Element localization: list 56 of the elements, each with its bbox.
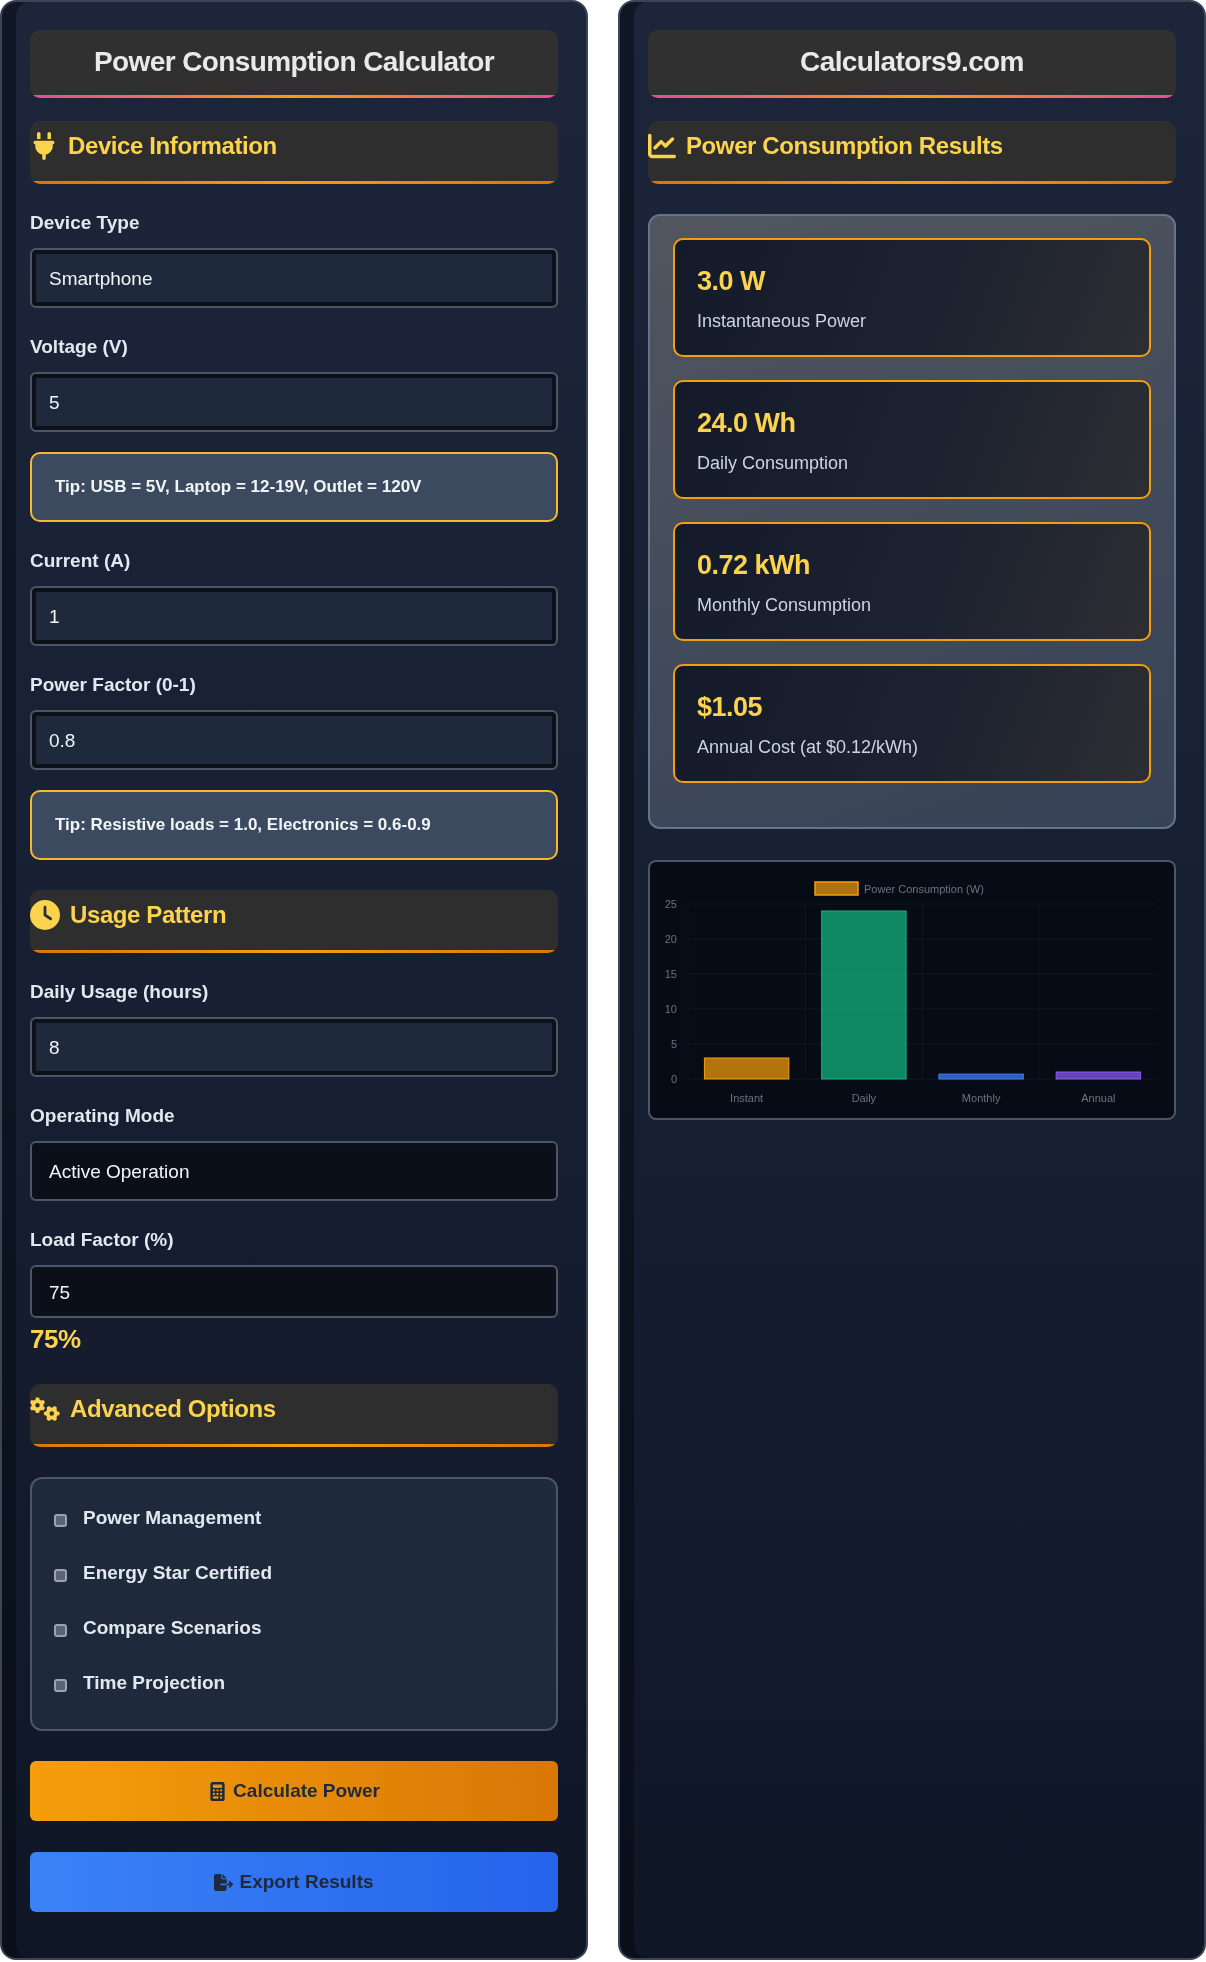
field-label: Load Factor (%) xyxy=(30,1229,175,1251)
percentage-readout: 75% xyxy=(30,1324,81,1354)
option-label: Time Projection xyxy=(83,1671,226,1694)
app-title: Power Consumption Calculator xyxy=(93,45,495,79)
result-value: 3.0 W xyxy=(697,265,766,297)
field-label: Device Type xyxy=(30,212,141,234)
field-label: Current (A) xyxy=(30,550,132,572)
option-label: Compare Scenarios xyxy=(83,1616,262,1639)
clock-icon xyxy=(30,899,60,930)
result-label: Monthly Consumption xyxy=(697,594,872,616)
result-label: Instantaneous Power xyxy=(697,310,867,332)
legend-label: Power Consumption (W) xyxy=(864,882,984,895)
checkbox[interactable] xyxy=(54,1679,67,1692)
calculate-button[interactable]: Calculate Power xyxy=(30,1761,558,1821)
file-arrow-icon xyxy=(214,1872,234,1892)
axis-tick-label: 20 xyxy=(664,933,677,945)
input-field[interactable]: 75 xyxy=(30,1265,558,1318)
option-label: Power Management xyxy=(83,1506,262,1529)
field-label: Voltage (V) xyxy=(30,336,129,358)
input-field[interactable]: 5 xyxy=(30,372,558,432)
input-field[interactable]: 8 xyxy=(30,1017,558,1077)
axis-category-label: Monthly xyxy=(961,1092,1001,1104)
result-label: Annual Cost (at $0.12/kWh) xyxy=(697,736,919,758)
input-field[interactable]: 0.8 xyxy=(30,710,558,770)
tip-text: Tip: USB = 5V, Laptop = 12-19V, Outlet = 120V xyxy=(55,477,422,497)
line-chart-icon xyxy=(648,131,676,160)
axis-tick-label: 10 xyxy=(664,1003,677,1015)
result-value: 24.0 Wh xyxy=(697,407,796,439)
dropdown-field[interactable]: Active Operation xyxy=(30,1141,558,1201)
field-label: Operating Mode xyxy=(30,1105,176,1127)
section-title: Advanced Options xyxy=(70,1393,276,1424)
section-title: Power Consumption Results xyxy=(686,130,1003,161)
checkbox[interactable] xyxy=(54,1514,67,1527)
calculator-icon xyxy=(208,1781,228,1801)
axis-tick-label: 0 xyxy=(670,1073,677,1085)
legend-swatch-icon xyxy=(814,881,859,896)
input-field[interactable]: 1 xyxy=(30,586,558,646)
axis-tick-label: 15 xyxy=(664,968,677,980)
checkbox[interactable] xyxy=(54,1624,67,1637)
axis-category-label: Daily xyxy=(851,1092,877,1104)
input-field[interactable]: Smartphone xyxy=(30,248,558,308)
axis-tick-label: 25 xyxy=(664,898,677,910)
axis-tick-label: 5 xyxy=(670,1038,677,1050)
section-title: Device Information xyxy=(68,130,277,161)
result-value: 0.72 kWh xyxy=(697,549,811,581)
axis-category-label: Annual xyxy=(1081,1092,1116,1104)
tip-text: Tip: Resistive loads = 1.0, Electronics = 0.6-0.9 xyxy=(55,815,431,835)
result-value: $1.05 xyxy=(697,691,763,723)
checkbox[interactable] xyxy=(54,1569,67,1582)
section-title: Usage Pattern xyxy=(70,899,227,930)
option-label: Energy Star Certified xyxy=(83,1561,272,1584)
result-label: Daily Consumption xyxy=(697,452,849,474)
field-label: Power Factor (0-1) xyxy=(30,674,197,696)
site-title: Calculators9.com xyxy=(800,45,1024,79)
field-label: Daily Usage (hours) xyxy=(30,981,210,1003)
axis-category-label: Instant xyxy=(730,1092,764,1104)
